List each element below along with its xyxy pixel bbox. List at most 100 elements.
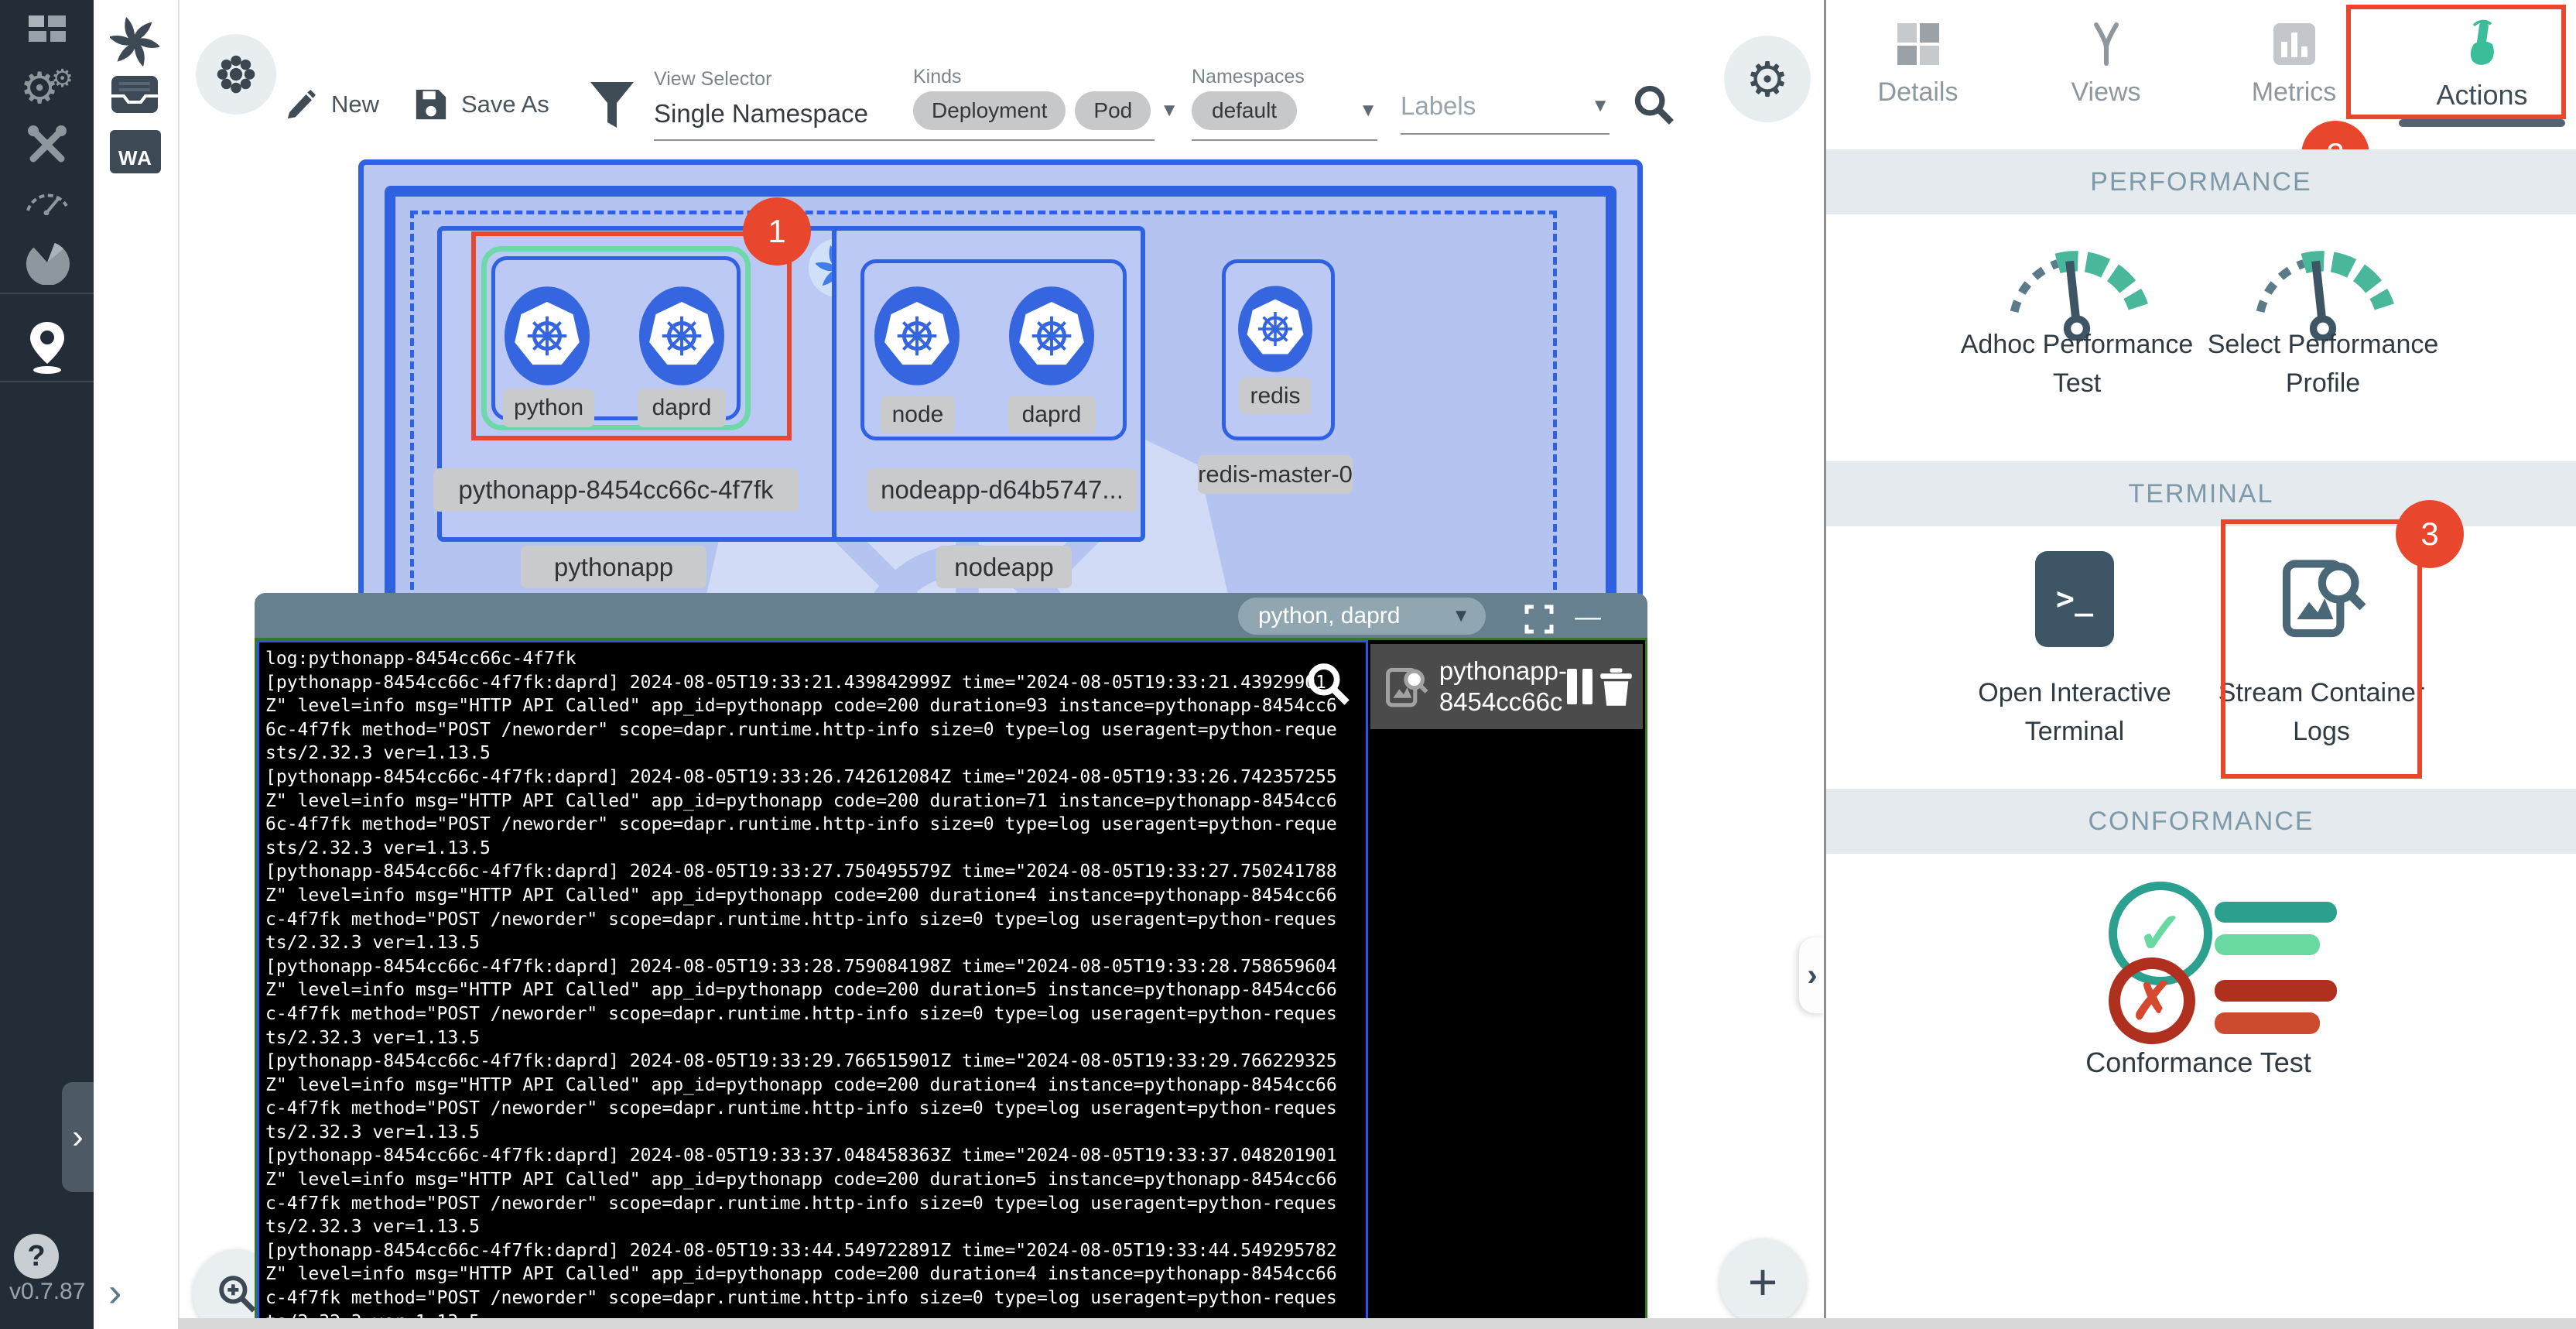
version-label: v0.7.87 [9,1279,85,1305]
view-selector-label: View Selector [654,68,771,91]
tab-views[interactable]: Views [2012,0,2200,132]
inbox-icon[interactable] [110,74,159,118]
log-line: c-4f7fk method="POST /neworder" scope=da… [265,1002,1366,1026]
container-daprd-icon[interactable] [1009,286,1094,385]
log-line: Z" level=info msg="HTTP API Called" app_… [265,978,1366,1002]
panel-collapse-handle[interactable]: › [1799,937,1825,1013]
namespace-chip[interactable]: default [1192,91,1297,130]
line-icon [2215,934,2320,955]
log-line: [pythonapp-8454cc66c-4f7fk:daprd] 2024-0… [265,671,1366,695]
save-as-button[interactable]: Save As [413,87,549,122]
log-line: 6c-4f7fk method="POST /neworder" scope=d… [265,813,1366,837]
views-branch-icon [2084,22,2129,67]
metrics-bars-icon [2272,22,2317,67]
wasm-wa-icon[interactable]: WA [110,130,161,173]
container-node-icon[interactable] [874,286,960,385]
tools-icon[interactable] [0,122,94,167]
cross-circle-icon: ✗ [2109,957,2195,1044]
line-icon [2215,980,2337,1002]
search-icon [1631,82,1676,127]
action-label: Select Performance Profile [2168,325,2478,402]
conformance-pie-icon[interactable] [0,237,94,288]
log-line: [pythonapp-8454cc66c-4f7fk:daprd] 2024-0… [265,766,1366,790]
sidebar-divider [0,381,94,382]
terminal-prompt-icon: >_ [2056,581,2093,617]
sidebar-divider [0,293,94,294]
gauge-icon [2000,232,2154,341]
delete-stream-button[interactable] [1599,666,1634,707]
container-label: daprd [1007,396,1096,433]
labels-input[interactable]: Labels ▼ [1401,91,1610,135]
pause-icon [1567,669,1577,704]
view-selector-value: Single Namespace [654,99,868,128]
namespaces-select[interactable]: default ▼ [1192,91,1377,141]
location-pin-icon[interactable] [0,317,94,379]
annotation-badge-1: 1 [743,197,811,265]
tab-label: Views [2071,77,2140,108]
log-line: Z" level=info msg="HTTP API Called" app_… [265,1168,1366,1192]
log-line: 6c-4f7fk method="POST /neworder" scope=d… [265,718,1366,742]
log-line: sts/2.32.3 ver=1.13.5 [265,837,1366,861]
help-icon[interactable]: ? [14,1234,59,1279]
log-line: ts/2.32.3 ver=1.13.5 [265,1026,1366,1050]
performance-gauge-icon[interactable] [0,178,94,220]
deployment-name-label: pythonapp [521,546,706,588]
log-line: Z" level=info msg="HTTP API Called" app_… [265,1262,1366,1286]
log-line: ts/2.32.3 ver=1.13.5 [265,1215,1366,1239]
chevron-right-icon: › [72,1118,84,1156]
asterisk-flower-icon [215,53,257,95]
app-window: ⚙⚙ › ? v0.7.87 WA › New Save As View Sel [0,0,2576,1329]
kind-chip[interactable]: Deployment [913,91,1066,130]
log-search-overlay-icon[interactable] [1304,659,1352,711]
section-header-conformance: CONFORMANCE [1826,789,2576,854]
dapr-components-button[interactable] [196,34,276,115]
add-button[interactable]: + [1719,1238,1806,1325]
horizontal-scrollbar[interactable] [178,1318,2576,1329]
log-line: Z" level=info msg="HTTP API Called" app_… [265,694,1366,718]
log-line: [pythonapp-8454cc66c-4f7fk:daprd] 2024-0… [265,860,1366,884]
stream-logs-icon [1384,664,1428,709]
dashboard-icon[interactable] [0,11,94,48]
zoom-in-icon [215,1272,258,1315]
pod-name-label: pythonapp-8454cc66c-4f7fk [433,468,799,512]
kind-chip[interactable]: Pod [1075,91,1151,130]
settings-button[interactable]: ⚙ [1724,36,1811,122]
container-label: node [881,396,955,433]
annotation-badge-3: 3 [2396,500,2464,568]
log-line: Z" level=info msg="HTTP API Called" app_… [265,790,1366,813]
annotation-box-1 [471,231,792,440]
kinds-multiselect[interactable]: Deployment Pod ▼ [913,91,1155,141]
log-line: c-4f7fk method="POST /neworder" scope=da… [265,1286,1366,1310]
log-line: [pythonapp-8454cc66c-4f7fk:daprd] 2024-0… [265,1144,1366,1168]
fullscreen-button[interactable] [1524,604,1555,639]
log-line: c-4f7fk method="POST /neworder" scope=da… [265,1192,1366,1216]
log-container-tab[interactable]: pythonapp- 8454cc66c [1370,644,1643,729]
fullscreen-icon [1524,604,1555,635]
deployment-name-label: nodeapp [936,546,1072,588]
chevron-down-icon: ▼ [1591,95,1610,117]
container-selector-dropdown[interactable]: python, daprd ▼ [1238,598,1486,635]
search-button[interactable] [1631,82,1676,131]
save-icon [413,87,449,122]
pause-stream-button[interactable] [1567,669,1592,704]
log-tab-name: 8454cc66c [1439,687,1567,718]
secondary-sidebar [94,0,180,1329]
log-text-area[interactable]: log:pythonapp-8454cc66c-4f7fk[pythonapp-… [257,640,1368,1327]
chevron-down-icon: ▼ [1452,605,1470,627]
section-header-performance: PERFORMANCE [1826,149,2576,214]
sidebar-expand-handle[interactable]: › [62,1082,94,1192]
active-tab-underline [2399,119,2565,127]
chevron-right-icon[interactable]: › [108,1269,121,1316]
tab-details[interactable]: Details [1824,0,2012,132]
dapr-logo-icon[interactable] [110,17,159,70]
container-redis-icon[interactable] [1238,283,1312,375]
open-interactive-terminal-action[interactable]: >_ [2035,551,2114,647]
kinds-label: Kinds [913,66,962,88]
settings-gears-icon[interactable]: ⚙⚙ [0,63,94,113]
filter-button[interactable] [590,81,635,133]
log-line: log:pythonapp-8454cc66c-4f7fk [265,647,1366,671]
new-button[interactable]: New [283,87,379,122]
trash-icon [1600,668,1632,705]
conformance-test-action[interactable]: Conformance Test [2044,1046,2353,1079]
minimize-button[interactable]: — [1575,602,1601,632]
